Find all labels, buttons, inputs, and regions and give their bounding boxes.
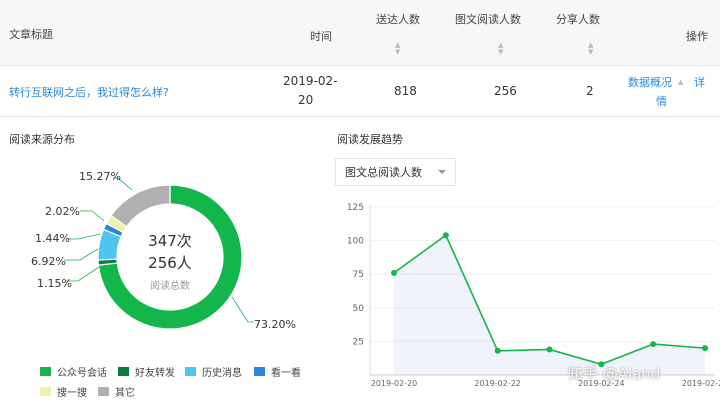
- x-tick-label: 2019-02-22: [474, 379, 521, 388]
- legend-label: 公众号会话: [57, 368, 107, 379]
- read-trend-line-chart: 25 50 75 100 125 2019-02-20 2019-02-22 2019-02-…: [347, 203, 720, 388]
- legend-item-session[interactable]: 公众号会话: [40, 364, 107, 379]
- legend-swatch: [254, 367, 265, 376]
- col-actions-header: 操作: [686, 30, 708, 43]
- slice-label-session: 73.20%: [254, 318, 296, 331]
- slice-other[interactable]: [110, 184, 171, 228]
- table-row: 转行互联网之后，我过得怎么样? 2019-02- 20 818 256 2 数据…: [0, 66, 720, 117]
- total-read-count: 347次: [148, 232, 192, 250]
- legend-label: 好友转发: [135, 368, 175, 379]
- article-title-link[interactable]: 转行互联网之后，我过得怎么样?: [9, 84, 169, 100]
- trend-point[interactable]: [391, 269, 397, 276]
- slice-label-other: 15.27%: [79, 170, 121, 183]
- reach-count: 818: [394, 84, 417, 98]
- article-date-line2: 20: [298, 93, 314, 107]
- y-tick-label: 125: [347, 203, 364, 213]
- legend-label: 看一看: [271, 368, 301, 379]
- table-header: 文章标题 时间 送达人数 ▲ ▼ 图文阅读人数 ▲ ▼ 分享人数 ▲ ▼ 操作: [0, 0, 720, 66]
- sort-icon[interactable]: ▲ ▼: [498, 42, 503, 56]
- data-overview-link-line2[interactable]: 情: [656, 93, 667, 109]
- data-overview-link[interactable]: 数据概况: [628, 74, 672, 90]
- sort-icon[interactable]: ▲ ▼: [395, 42, 400, 56]
- legend-swatch: [185, 367, 196, 376]
- leader-line-history: [64, 248, 99, 261]
- legend-label: 其它: [115, 388, 135, 399]
- slice-label-history: 6.92%: [31, 255, 66, 268]
- col-title-header: 文章标题: [9, 28, 53, 41]
- legend-swatch: [40, 387, 51, 396]
- article-table: 文章标题 时间 送达人数 ▲ ▼ 图文阅读人数 ▲ ▼ 分享人数 ▲ ▼ 操作 转行互…: [0, 0, 720, 117]
- read-trend-title: 阅读发展趋势: [337, 133, 403, 146]
- y-tick-label: 100: [347, 237, 364, 247]
- read-source-title: 阅读来源分布: [9, 133, 75, 146]
- slice-label-forward: 1.15%: [37, 277, 72, 290]
- expand-icon[interactable]: ▲: [678, 79, 683, 86]
- col-time-header[interactable]: 时间: [310, 28, 332, 44]
- x-tick-label: 2019-02-20: [371, 379, 418, 388]
- legend-item-search[interactable]: 搜一搜: [40, 384, 87, 399]
- metric-select-value: 图文总阅读人数: [345, 166, 422, 179]
- y-tick-label: 50: [353, 304, 365, 314]
- legend-label: 历史消息: [202, 368, 242, 379]
- legend-item-history[interactable]: 历史消息: [185, 364, 242, 379]
- x-tick-label: 2019-02-26: [682, 379, 720, 388]
- legend-label: 搜一搜: [57, 388, 87, 399]
- legend-item-forward[interactable]: 好友转发: [118, 364, 175, 379]
- trend-point[interactable]: [650, 341, 657, 348]
- legend-swatch: [118, 367, 129, 376]
- share-count: 2: [586, 84, 594, 98]
- legend-swatch: [98, 387, 109, 396]
- chevron-down-icon: [438, 170, 446, 174]
- trend-point[interactable]: [494, 347, 501, 354]
- slice-label-search: 2.02%: [45, 205, 80, 218]
- trend-area: [394, 235, 705, 375]
- leader-line-look: [68, 233, 101, 240]
- total-read-people: 256人: [148, 254, 192, 272]
- y-tick-label: 25: [353, 337, 364, 347]
- metric-select[interactable]: 图文总阅读人数: [335, 158, 456, 186]
- trend-point[interactable]: [702, 345, 708, 352]
- watermark-text: 知乎 @Aland: [568, 365, 661, 383]
- leader-line-search: [80, 210, 105, 222]
- leader-line-session: [231, 296, 254, 323]
- col-read-header[interactable]: 图文阅读人数: [455, 11, 521, 27]
- total-read-caption: 阅读总数: [150, 281, 190, 292]
- article-date-line1: 2019-02-: [283, 74, 338, 88]
- y-tick-label: 75: [353, 270, 364, 280]
- col-share-header[interactable]: 分享人数: [556, 11, 600, 27]
- detail-link[interactable]: 详: [694, 74, 705, 90]
- legend-item-other[interactable]: 其它: [98, 384, 135, 399]
- legend-item-look[interactable]: 看一看: [254, 364, 301, 379]
- donut-center: 347次 256人 阅读总数: [130, 230, 210, 292]
- trend-point[interactable]: [546, 346, 553, 353]
- read-count: 256: [494, 84, 517, 98]
- sort-icon[interactable]: ▲ ▼: [588, 42, 593, 56]
- legend-swatch: [40, 367, 51, 376]
- trend-point[interactable]: [442, 232, 449, 239]
- slice-label-look: 1.44%: [35, 232, 70, 245]
- col-reach-header[interactable]: 送达人数: [376, 11, 420, 27]
